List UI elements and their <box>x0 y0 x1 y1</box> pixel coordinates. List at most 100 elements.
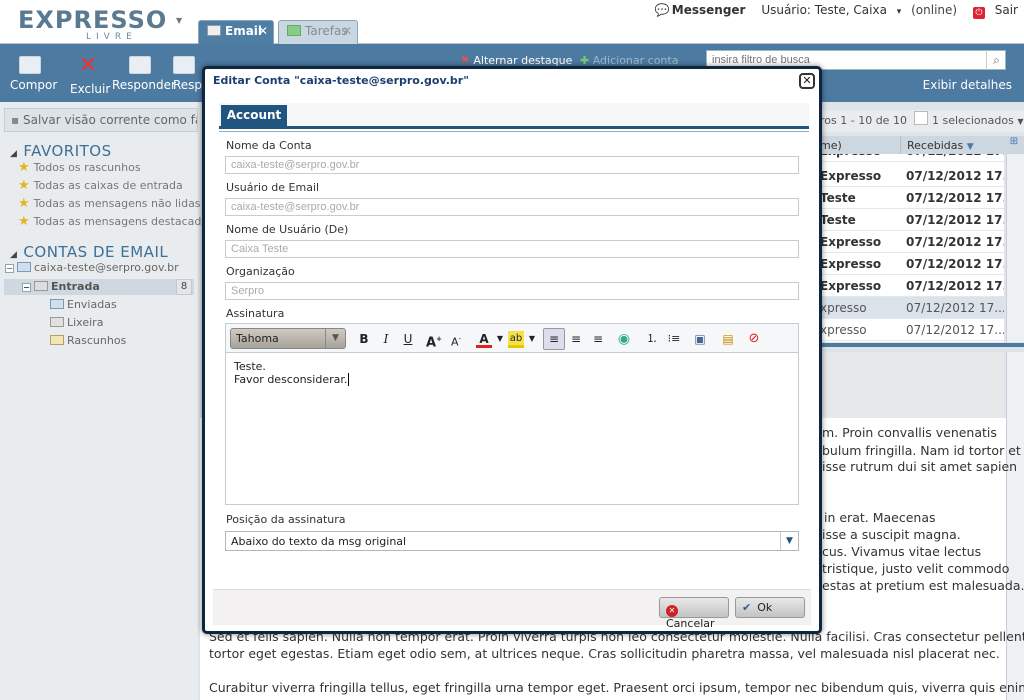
signature-position-select[interactable]: Abaixo do texto da msg original ▼ <box>225 531 799 551</box>
row-date: 07/12/2012 17... <box>906 154 1004 158</box>
reply-all-button[interactable]: Resp <box>173 56 203 92</box>
folder-sent[interactable]: Enviadas <box>50 298 117 311</box>
insert-table-icon[interactable]: ▤ <box>720 331 736 347</box>
show-details-button[interactable]: Exibir detalhes <box>923 78 1012 92</box>
column-sender[interactable]: me) <box>820 139 842 152</box>
link-icon[interactable]: ◉ <box>616 331 632 347</box>
signature-editor[interactable]: Teste. Favor desconsiderar. <box>225 353 799 505</box>
power-icon: ⏻ <box>972 7 985 19</box>
italic-icon[interactable]: I <box>378 331 394 347</box>
messenger-link[interactable]: Messenger <box>672 3 746 17</box>
folder-drafts[interactable]: Rascunhos <box>50 334 126 347</box>
row-sender: Expresso <box>820 154 881 158</box>
close-tab-icon[interactable]: ✕ <box>342 24 352 38</box>
reply-label: Responder <box>112 78 176 92</box>
align-center-icon[interactable]: ≡ <box>568 331 584 347</box>
warning-icon[interactable]: ⊘ <box>746 331 762 347</box>
dialog-title: Editar Conta "caixa-teste@serpro.gov.br" <box>213 74 469 87</box>
close-tab-icon[interactable]: ✕ <box>258 24 268 38</box>
app-logo: EXPRESSO LIVRE <box>18 6 178 42</box>
tab-account[interactable]: Account <box>221 105 287 127</box>
close-icon[interactable]: ✕ <box>799 73 815 89</box>
decrease-font-icon[interactable]: A- <box>448 331 464 349</box>
selection-menu[interactable]: 1 selecionados ▼ <box>932 114 1023 127</box>
table-row[interactable]: Expresso 07/12/2012 17... <box>820 165 1004 187</box>
account-name-field[interactable] <box>225 156 799 174</box>
inbox-icon <box>34 281 48 291</box>
row-sender: Expresso <box>820 257 882 271</box>
ok-label: Ok <box>757 601 773 614</box>
favorites-header[interactable]: ◢ FAVORITOS <box>10 142 112 160</box>
bold-icon[interactable]: B <box>356 331 372 347</box>
email-user-field[interactable] <box>225 198 799 216</box>
table-row[interactable]: Teste 07/12/2012 17... <box>820 209 1004 231</box>
collapse-icon: ◢ <box>10 149 18 159</box>
favorite-label: Todas as mensagens destacadas <box>33 215 214 228</box>
messenger-icon[interactable]: 💬 <box>655 3 670 17</box>
account-label: caixa-teste@serpro.gov.br <box>34 261 179 274</box>
select-icon[interactable] <box>914 111 928 125</box>
logout-link[interactable]: ⏻ Sair <box>967 3 1018 19</box>
table-row[interactable]: Expresso 07/12/2012 17... <box>820 154 1004 162</box>
search-icon[interactable]: ⌕ <box>986 50 1006 70</box>
star-icon: ★ <box>18 178 30 193</box>
favorite-item[interactable]: ★ Todas as caixas de entrada <box>18 178 183 193</box>
delete-button[interactable]: ✕ Excluir <box>70 55 110 97</box>
save-view-label: Salvar visão corrente como favorito <box>22 113 197 127</box>
text-cursor <box>348 373 350 386</box>
reply-button[interactable]: Responder <box>112 56 176 92</box>
from-name-field[interactable] <box>225 240 799 258</box>
compose-button[interactable]: Compor <box>10 56 57 92</box>
organization-field[interactable] <box>225 282 799 300</box>
underline-icon[interactable]: U <box>400 331 416 347</box>
tab-email[interactable]: Email ✕ <box>198 20 274 44</box>
accounts-header[interactable]: ◢ CONTAS DE EMAIL <box>10 243 168 261</box>
font-color-icon[interactable]: A <box>476 331 492 348</box>
compose-icon <box>19 56 41 74</box>
highlight-color-icon[interactable]: ab <box>508 331 524 348</box>
tab-divider <box>219 131 809 132</box>
save-view-button[interactable]: ▪ Salvar visão corrente como favorito <box>4 108 198 132</box>
account-node[interactable]: − caixa-teste@serpro.gov.br <box>5 261 179 274</box>
align-left-icon[interactable]: ≡ <box>543 328 565 350</box>
chevron-down-icon[interactable]: ▼ <box>492 331 508 347</box>
table-row[interactable]: Expresso 07/12/2012 17... <box>820 253 1004 275</box>
ok-button[interactable]: ✔ Ok <box>735 597 805 618</box>
tab-email-label: Email <box>225 24 263 38</box>
column-received-label: Recebidas <box>907 139 964 152</box>
numbered-list-icon[interactable]: ⒈ <box>644 331 660 347</box>
preview-scrollbar[interactable] <box>1006 352 1024 700</box>
favorite-item[interactable]: ★ Todos os rascunhos <box>18 160 141 175</box>
tab-tarefas[interactable]: Tarefas ✕ <box>278 20 358 44</box>
chevron-down-icon: ▼ <box>325 329 345 348</box>
increase-font-icon[interactable]: A+ <box>426 331 442 350</box>
column-received[interactable]: Recebidas ▼ <box>900 136 1004 154</box>
favorite-item[interactable]: ★ Todas as mensagens destacadas <box>18 214 214 229</box>
font-family-select[interactable]: Tahoma ▼ <box>230 328 346 349</box>
app-menu-arrow-icon[interactable]: ▼ <box>176 16 182 25</box>
preview-text: estas at pretium est malesuada. <box>822 578 1024 593</box>
email-icon <box>207 25 221 36</box>
table-row[interactable]: Expresso 07/12/2012 17... <box>820 275 1004 297</box>
column-picker-icon[interactable]: ⊞ <box>1004 136 1024 154</box>
align-right-icon[interactable]: ≡ <box>590 331 606 347</box>
table-row[interactable]: Expresso 07/12/2012 17... <box>820 231 1004 253</box>
table-row-selected[interactable]: xpresso 07/12/2012 17... <box>820 297 1004 319</box>
table-row[interactable]: xpresso 07/12/2012 17... <box>820 319 1004 341</box>
bullet-list-icon[interactable]: ⁝≡ <box>666 331 682 347</box>
table-row[interactable]: Teste 07/12/2012 17... <box>820 187 1004 209</box>
list-scrollbar[interactable] <box>1006 154 1024 342</box>
favorite-item[interactable]: ★ Todas as mensagens não lidas <box>18 196 201 211</box>
user-menu[interactable]: Usuário: Teste, Caixa ▾ <box>755 3 901 17</box>
folder-label: Enviadas <box>67 298 117 311</box>
row-date: 07/12/2012 17... <box>906 301 1004 315</box>
organization-label: Organização <box>226 265 295 278</box>
folder-trash[interactable]: Lixeira <box>50 316 103 329</box>
inbox-folder[interactable]: − Entrada <box>22 280 100 293</box>
panel-splitter[interactable] <box>820 343 1024 347</box>
folder-icon <box>50 299 64 309</box>
cancel-button[interactable]: ✕Cancelar <box>659 597 729 630</box>
logo-subtext: LIVRE <box>86 32 137 42</box>
chevron-down-icon[interactable]: ▼ <box>524 331 540 347</box>
insert-image-icon[interactable]: ▣ <box>692 331 708 347</box>
